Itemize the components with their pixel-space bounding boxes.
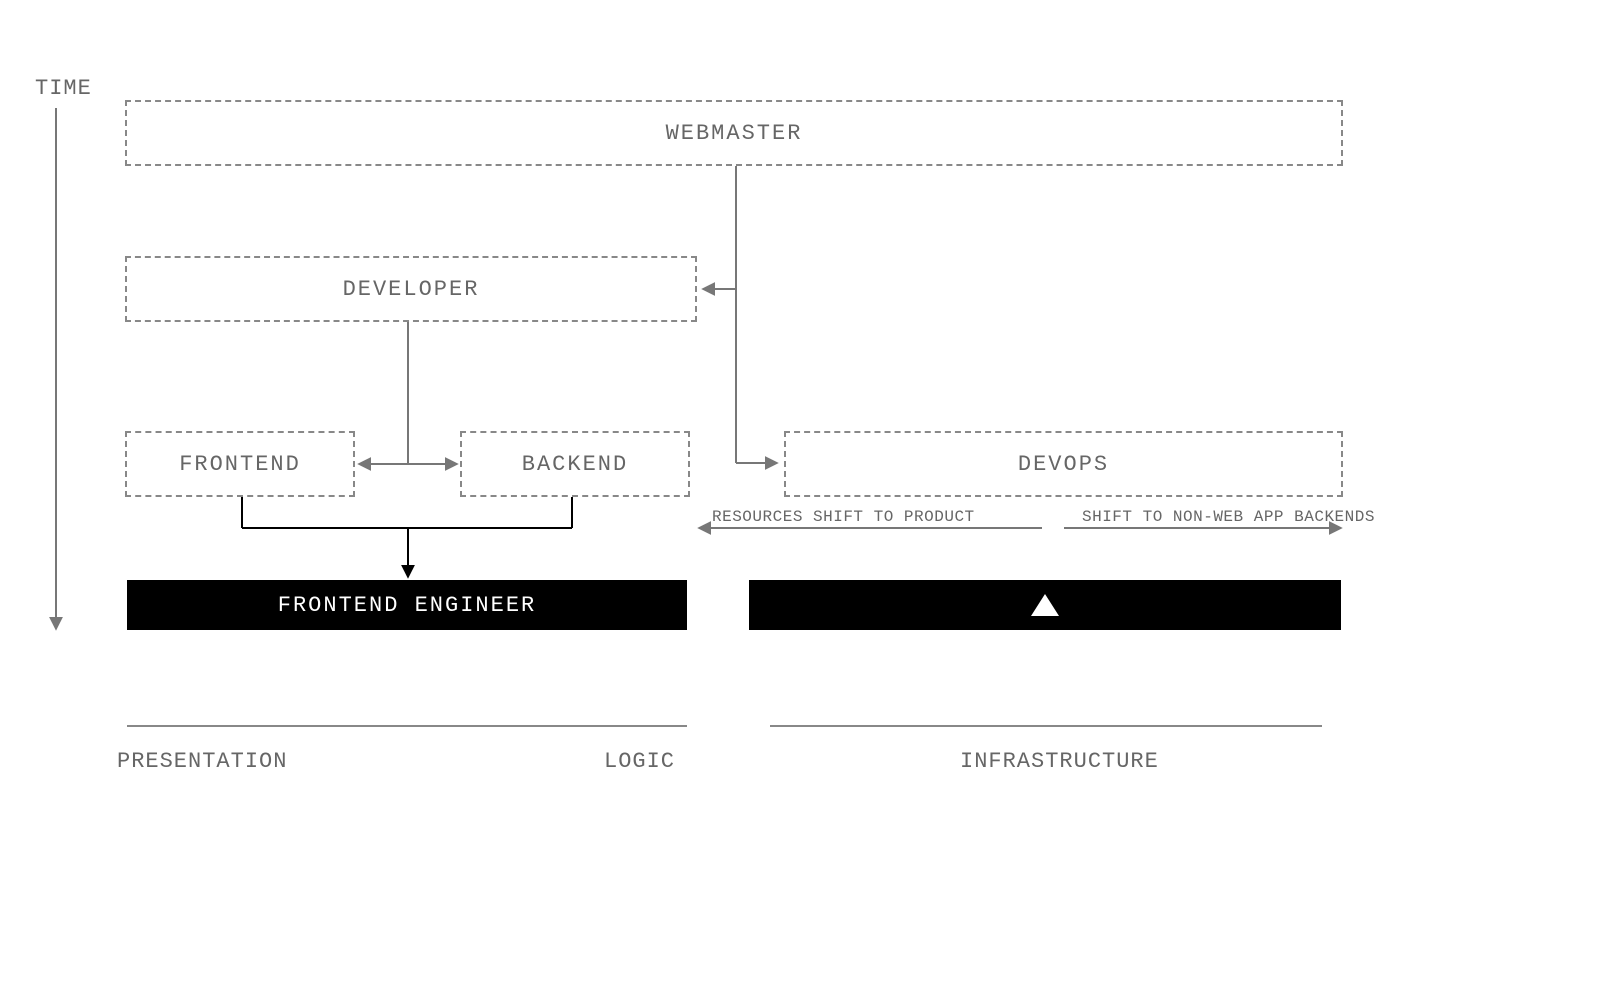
category-rule-right — [770, 725, 1322, 727]
backend-label: BACKEND — [522, 452, 628, 477]
presentation-label: PRESENTATION — [117, 749, 287, 774]
devops-label: DEVOPS — [1018, 452, 1109, 477]
frontend-engineer-label: FRONTEND ENGINEER — [278, 593, 536, 618]
frontend-box: FRONTEND — [125, 431, 355, 497]
frontend-label: FRONTEND — [179, 452, 301, 477]
frontend-engineer-box: FRONTEND ENGINEER — [127, 580, 687, 630]
diagram-root: TIME WEB — [0, 0, 1600, 989]
logic-label: LOGIC — [604, 749, 675, 774]
vercel-box — [749, 580, 1341, 630]
webmaster-box: WEBMASTER — [125, 100, 1343, 166]
infrastructure-label: INFRASTRUCTURE — [960, 749, 1159, 774]
backend-box: BACKEND — [460, 431, 690, 497]
vercel-triangle-icon — [1031, 594, 1059, 616]
webmaster-label: WEBMASTER — [666, 121, 803, 146]
category-rule-left — [127, 725, 687, 727]
developer-box: DEVELOPER — [125, 256, 697, 322]
time-axis-label: TIME — [35, 76, 92, 101]
developer-label: DEVELOPER — [343, 277, 480, 302]
devops-box: DEVOPS — [784, 431, 1343, 497]
shift-product-label: RESOURCES SHIFT TO PRODUCT — [712, 508, 975, 526]
shift-backends-label: SHIFT TO NON-WEB APP BACKENDS — [1082, 508, 1375, 526]
